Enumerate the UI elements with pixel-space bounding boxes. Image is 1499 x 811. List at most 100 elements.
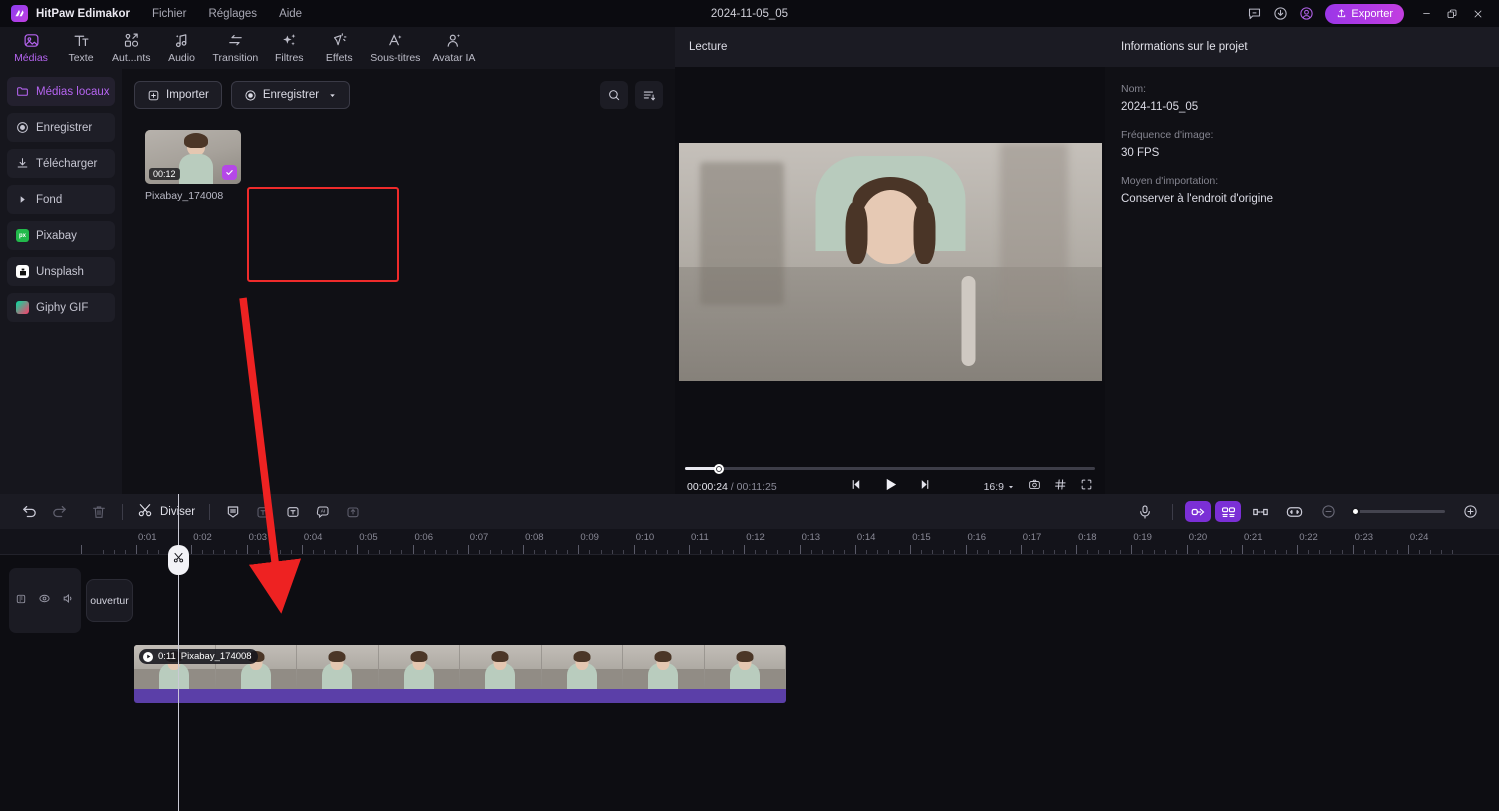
- ruler-tick-minor: [1087, 550, 1089, 554]
- split-audio-icon[interactable]: [1245, 497, 1275, 527]
- minimize-button[interactable]: [1413, 0, 1439, 27]
- tab-sous-titres[interactable]: Sous-titres: [364, 27, 426, 69]
- ruler-label: 0:19: [1133, 532, 1152, 543]
- import-button[interactable]: Importer: [134, 81, 222, 109]
- ruler-tick-minor: [1286, 550, 1288, 554]
- ai-caption-icon[interactable]: AI: [308, 497, 338, 527]
- preview-seek-bar[interactable]: [685, 463, 1095, 474]
- ruler-tick-minor: [1109, 550, 1111, 554]
- split-button[interactable]: Diviser: [131, 502, 201, 521]
- search-icon[interactable]: [600, 81, 628, 109]
- media-item[interactable]: 00:12 Pixabay_174008: [145, 130, 241, 202]
- sidebar-item-unsplash[interactable]: Unsplash: [7, 257, 115, 286]
- media-icon: [23, 32, 40, 49]
- ruler-tick-minor: [1053, 550, 1055, 554]
- ruler-tick: [1352, 545, 1354, 554]
- undo-icon[interactable]: [14, 497, 44, 527]
- feedback-icon[interactable]: [1241, 0, 1267, 27]
- ai-avatar-icon: [445, 32, 462, 49]
- fit-timeline-icon[interactable]: [1279, 497, 1309, 527]
- seek-handle[interactable]: [714, 463, 724, 474]
- zoom-in-icon[interactable]: [1455, 497, 1485, 527]
- timeline-clip[interactable]: 0:11 Pixabay_174008: [134, 645, 786, 703]
- account-icon[interactable]: [1293, 0, 1319, 27]
- marker-icon[interactable]: [218, 497, 248, 527]
- trash-icon[interactable]: [84, 497, 114, 527]
- ruler-tick-minor: [567, 550, 569, 554]
- eye-icon[interactable]: [38, 592, 51, 610]
- record-dropdown-button[interactable]: Enregistrer: [230, 81, 351, 109]
- sidebar-item-fond[interactable]: Fond: [7, 185, 115, 214]
- tab-texte[interactable]: Texte: [56, 27, 106, 69]
- playhead[interactable]: [168, 494, 189, 811]
- tab-medias[interactable]: Médias: [6, 27, 56, 69]
- scissors-icon: [137, 502, 153, 521]
- tab-transition[interactable]: Transition: [207, 27, 265, 69]
- tab-filtres[interactable]: Filtres: [264, 27, 314, 69]
- ruler-tick-minor: [1153, 550, 1155, 554]
- export-button[interactable]: Exporter: [1325, 3, 1404, 24]
- preview-panel: Lecture 00:00:24 / 00:11:25 16:9: [675, 27, 1105, 494]
- zoom-out-icon[interactable]: [1313, 497, 1343, 527]
- clip-name: Pixabay_174008: [180, 651, 252, 662]
- add-text-icon[interactable]: [248, 497, 278, 527]
- field-value: Conserver à l'endroit d'origine: [1121, 193, 1274, 205]
- ruler-tick-minor: [147, 550, 149, 554]
- video-frame: [678, 143, 1102, 381]
- ruler-tick-minor: [921, 550, 923, 554]
- ruler-tick-minor: [202, 550, 204, 554]
- ruler-tick-minor: [390, 550, 392, 554]
- tab-avatar-ia[interactable]: Avatar IA: [426, 27, 481, 69]
- sidebar-item-giphy-gif[interactable]: Giphy GIF: [7, 293, 115, 322]
- zoom-slider-handle[interactable]: [1351, 507, 1360, 516]
- ruler-tick-minor: [1330, 550, 1332, 554]
- mic-icon[interactable]: [1130, 497, 1160, 527]
- sidebar-item-telecharger[interactable]: Télécharger: [7, 149, 115, 178]
- clip-thumbnail-frame: [704, 645, 786, 689]
- sidebar-label: Giphy GIF: [36, 301, 89, 314]
- timeline-toolbar: Diviser AI: [0, 494, 1499, 529]
- ruler-tick-minor: [1219, 550, 1221, 554]
- export-clip-icon[interactable]: [338, 497, 368, 527]
- tab-audio[interactable]: Audio: [157, 27, 207, 69]
- intro-clip[interactable]: ouvertur: [86, 579, 133, 622]
- sidebar-item-medias-locaux[interactable]: Médias locaux: [7, 77, 115, 106]
- sidebar-item-enregistrer[interactable]: Enregistrer: [7, 113, 115, 142]
- ruler-label: 0:15: [912, 532, 931, 543]
- timeline-ruler[interactable]: 0:01 0:02 0:03 0:04 0:05 0:06 0:07 0:08 0:09 0:10…: [0, 529, 1499, 555]
- toolbar-divider: [209, 503, 211, 520]
- tab-effets[interactable]: Effets: [314, 27, 364, 69]
- ruler-tick-minor: [335, 550, 337, 554]
- ruler-tick-minor: [1065, 550, 1067, 554]
- media-selected-check-icon[interactable]: [222, 165, 237, 180]
- playhead-handle[interactable]: [168, 545, 189, 575]
- ruler-tick-minor: [987, 550, 989, 554]
- ruler-tick-minor: [279, 550, 281, 554]
- next-frame-icon[interactable]: [918, 478, 931, 496]
- prev-frame-icon[interactable]: [850, 478, 863, 496]
- link-clips-icon[interactable]: [1185, 501, 1211, 522]
- field-value: 30 FPS: [1121, 147, 1160, 159]
- ruler-tick-minor: [622, 550, 624, 554]
- ruler-label: 0:13: [801, 532, 821, 543]
- tab-elements[interactable]: Aut...nts: [106, 27, 157, 69]
- sort-icon[interactable]: [635, 81, 663, 109]
- download-icon[interactable]: [1267, 0, 1293, 27]
- ruler-tick-minor: [733, 550, 735, 554]
- zoom-slider[interactable]: [1351, 507, 1445, 516]
- restore-button[interactable]: [1439, 0, 1465, 27]
- sidebar-item-pixabay[interactable]: px Pixabay: [7, 221, 115, 250]
- redo-icon[interactable]: [44, 497, 74, 527]
- ruler-label: 0:21: [1244, 532, 1263, 543]
- mute-icon[interactable]: [62, 592, 75, 610]
- close-button[interactable]: [1465, 0, 1491, 27]
- ruler-tick-minor: [943, 550, 945, 554]
- text-box-icon[interactable]: [278, 497, 308, 527]
- ruler-tick-minor: [1164, 550, 1166, 554]
- lock-icon[interactable]: [15, 592, 27, 610]
- ruler-tick-minor: [434, 550, 436, 554]
- detach-audio-icon[interactable]: [1215, 501, 1241, 522]
- ruler-tick-minor: [954, 550, 956, 554]
- record-icon: [16, 121, 29, 134]
- tab-elements-label: Aut...nts: [112, 52, 151, 64]
